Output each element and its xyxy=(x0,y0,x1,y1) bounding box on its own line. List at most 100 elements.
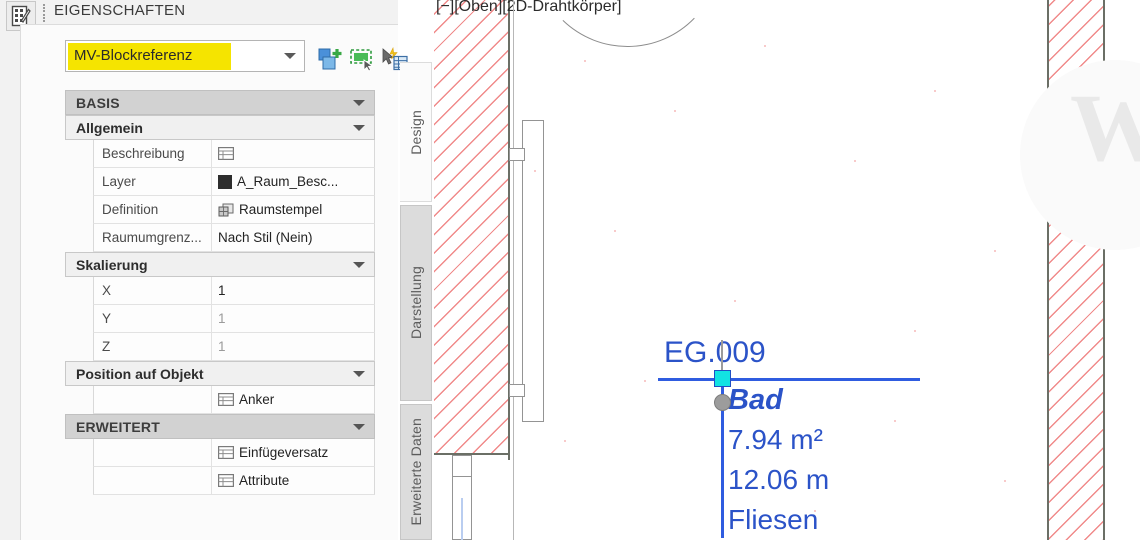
table-edit-icon[interactable] xyxy=(218,147,235,161)
pattern-dot xyxy=(674,110,676,112)
property-row-attribute[interactable]: Attribute xyxy=(93,467,375,495)
property-value[interactable]: Raumstempel xyxy=(212,196,374,223)
property-value-text: 1 xyxy=(218,311,226,326)
category-header-erweitert[interactable]: ERWEITERT xyxy=(65,414,375,439)
select-similar-glyph xyxy=(350,49,374,72)
subcategory-label: Skalierung xyxy=(76,256,148,273)
property-label: Raumumgrenz... xyxy=(94,224,212,251)
category-header-basis[interactable]: BASIS xyxy=(65,90,375,115)
room-stamp-name: Bad xyxy=(728,384,783,416)
pattern-dot xyxy=(564,440,566,442)
property-row-anker[interactable]: Anker xyxy=(93,386,375,414)
tab-label: Erweiterte Daten xyxy=(408,418,424,526)
tab-label: Design xyxy=(407,109,424,155)
property-value[interactable]: Anker xyxy=(212,386,374,413)
table-edit-icon[interactable] xyxy=(218,474,235,488)
chevron-down-icon[interactable] xyxy=(353,125,365,131)
table-edit-glyph xyxy=(218,446,235,460)
object-type-value: MV-Blockreferenz xyxy=(74,47,193,64)
property-row-layer[interactable]: Layer A_Raum_Besc... xyxy=(93,168,375,196)
table-edit-icon[interactable] xyxy=(218,446,235,460)
chevron-down-icon[interactable] xyxy=(353,262,365,268)
category-label: ERWEITERT xyxy=(76,418,160,435)
chevron-down-icon[interactable] xyxy=(353,424,365,430)
property-value[interactable]: 1 xyxy=(212,333,374,360)
property-label: X xyxy=(94,277,212,304)
pattern-dot xyxy=(854,160,856,162)
table-edit-glyph xyxy=(218,393,235,407)
chevron-down-icon[interactable] xyxy=(353,100,365,106)
color-swatch-icon xyxy=(218,174,232,189)
chevron-down-icon[interactable] xyxy=(284,53,296,59)
property-value-text: A_Raum_Besc... xyxy=(237,174,339,189)
subcategory-header-position[interactable]: Position auf Objekt xyxy=(65,361,375,386)
drag-grip-icon[interactable] xyxy=(42,4,48,22)
property-value-text: Raumstempel xyxy=(239,202,323,217)
property-row-beschreibung[interactable]: Beschreibung xyxy=(93,140,375,168)
wall-edge-interior xyxy=(513,0,515,540)
property-label: Beschreibung xyxy=(94,140,212,167)
property-value-text: 1 xyxy=(218,339,226,354)
table-edit-icon[interactable] xyxy=(218,393,235,407)
property-value[interactable]: 1 xyxy=(212,305,374,332)
subcategory-header-allgemein[interactable]: Allgemein xyxy=(65,115,375,140)
property-row-einfuegeversatz[interactable]: Einfügeversatz xyxy=(93,439,375,467)
block-definition-glyph xyxy=(218,203,234,217)
chevron-down-icon[interactable] xyxy=(353,371,365,377)
door-swing-arc xyxy=(532,0,723,49)
property-value[interactable]: 1 xyxy=(212,277,374,304)
door-leaf-line xyxy=(461,498,463,540)
property-label xyxy=(94,386,212,413)
property-label xyxy=(94,467,212,494)
object-type-dropdown[interactable]: MV-Blockreferenz xyxy=(65,40,305,72)
tab-design[interactable]: Design xyxy=(400,62,432,202)
table-edit-glyph xyxy=(218,474,235,488)
pattern-dot xyxy=(734,300,736,302)
property-value[interactable]: Nach Stil (Nein) xyxy=(212,224,374,251)
property-row-raumumgrenzung[interactable]: Raumumgrenz... Nach Stil (Nein) xyxy=(93,224,375,252)
wall-fixture-connector-bottom xyxy=(509,384,525,397)
property-row-scale-y[interactable]: Y 1 xyxy=(93,305,375,333)
property-value[interactable]: Einfügeversatz xyxy=(212,439,374,466)
wall-edge-right-inner xyxy=(1047,0,1049,540)
room-stamp-underline xyxy=(658,378,920,381)
wall-edge-left-bottom xyxy=(434,453,510,455)
property-value[interactable] xyxy=(212,140,374,167)
tab-erweiterte-daten[interactable]: Erweiterte Daten xyxy=(400,404,432,540)
palette-title: EIGENSCHAFTEN xyxy=(54,2,186,19)
property-label: Z xyxy=(94,333,212,360)
grip-circle-handle[interactable] xyxy=(714,394,731,411)
subcategory-header-skalierung[interactable]: Skalierung xyxy=(65,252,375,277)
property-value-text: Nach Stil (Nein) xyxy=(218,230,313,245)
property-value[interactable]: A_Raum_Besc... xyxy=(212,168,374,195)
tab-label: Darstellung xyxy=(408,266,424,340)
property-row-definition[interactable]: Definition Raumstempel xyxy=(93,196,375,224)
property-value[interactable]: Attribute xyxy=(212,467,374,494)
pattern-dot xyxy=(994,250,996,252)
room-stamp-area: 7.94 m² xyxy=(728,424,823,455)
block-definition-icon xyxy=(218,203,234,217)
property-label xyxy=(94,439,212,466)
property-grid: BASIS Allgemein Beschreibung Layer A_Rau… xyxy=(65,90,375,495)
pattern-dot xyxy=(644,380,646,382)
subcategory-label: Allgemein xyxy=(76,119,143,136)
pattern-dot xyxy=(584,60,586,62)
tab-darstellung[interactable]: Darstellung xyxy=(400,205,432,401)
property-row-scale-z[interactable]: Z 1 xyxy=(93,333,375,361)
table-edit-glyph xyxy=(218,147,235,161)
grip-square-handle[interactable] xyxy=(714,370,731,387)
drawing-canvas[interactable]: W [−][Oben][2D-Drahtkörper] EG.009 Bad 7… xyxy=(434,0,1140,540)
room-stamp-perimeter: 12.06 m xyxy=(728,464,830,495)
select-similar-icon[interactable] xyxy=(349,47,377,73)
property-value-text: 1 xyxy=(218,283,226,298)
palette-body: MV-Blockreferenz BASIS Allgemein Beschre… xyxy=(20,24,408,540)
add-block-glyph xyxy=(318,48,342,70)
property-value-text: Attribute xyxy=(239,473,290,488)
palette-titlebar: EIGENSCHAFTEN xyxy=(0,0,398,31)
property-label: Y xyxy=(94,305,212,332)
property-row-scale-x[interactable]: X 1 xyxy=(93,277,375,305)
add-block-icon[interactable] xyxy=(317,47,345,73)
property-value-text: Anker xyxy=(239,392,275,407)
pattern-dot xyxy=(934,90,936,92)
room-stamp-finish: Fliesen xyxy=(728,504,819,535)
